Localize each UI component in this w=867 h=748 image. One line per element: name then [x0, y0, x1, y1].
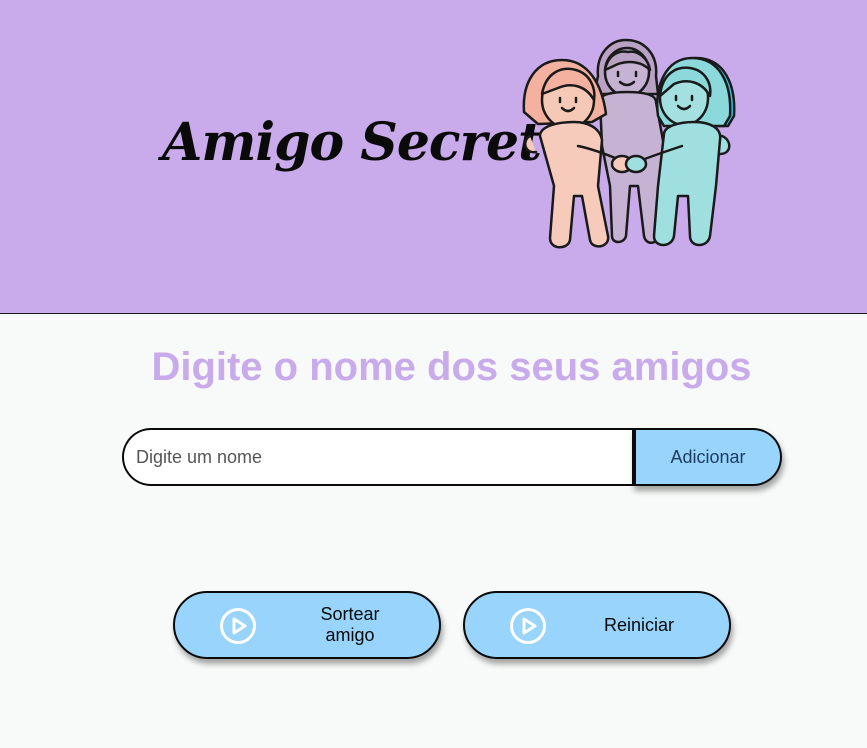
play-circle-icon — [510, 608, 546, 644]
header-banner: Amigo Secreto — [0, 0, 867, 314]
draw-friend-button[interactable]: Sortear amigo — [173, 591, 441, 659]
friends-illustration — [522, 38, 736, 249]
reset-label: Reiniciar — [603, 614, 675, 635]
section-heading: Digite o nome dos seus amigos — [151, 345, 752, 389]
add-friend-form: Adicionar — [122, 428, 782, 486]
add-button[interactable]: Adicionar — [632, 428, 782, 486]
name-input[interactable] — [122, 428, 636, 486]
draw-friend-label-text: Sortear amigo — [320, 604, 380, 645]
draw-friend-label: Sortear amigo — [285, 593, 415, 657]
play-circle-icon — [220, 608, 256, 644]
reset-button[interactable]: Reiniciar — [463, 591, 731, 659]
page-title: Amigo Secreto — [162, 112, 576, 173]
